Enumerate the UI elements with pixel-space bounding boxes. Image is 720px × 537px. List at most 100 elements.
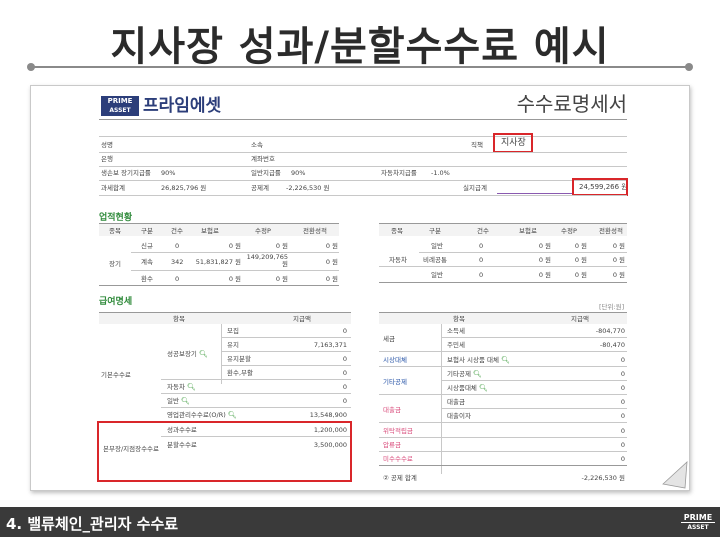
deduct-item-text: 기타공제 [447,370,471,378]
info-divider [99,166,627,167]
magnifier-icon[interactable]: 🔍︎ [479,384,488,392]
title-rule [30,66,690,68]
rate-auto-label: 자동차지급률 [381,169,417,177]
success-guarantee-label: 성공보장기 🔍︎ [167,350,208,358]
pay-row-divider [161,379,351,380]
taxable-total-label: 과세합계 [101,184,125,192]
pay-amount: 0 [342,355,347,363]
perf-cell: 0 [175,275,180,283]
perf-cell: 342 [171,258,184,266]
deduct-divider [379,351,627,352]
perf-cell: 0 [175,242,180,250]
header-divider [99,119,627,120]
perf-cell: 0 원 [574,242,587,250]
pay-amount: 0 [342,369,347,377]
info-divider [99,195,627,196]
pay-row-divider [221,351,351,352]
perf-row-divider [131,252,339,253]
logo-line2: ASSET [109,107,131,114]
deduct-item: 대출금 [447,398,465,406]
pay-header: 항목 [173,315,185,323]
perf-cell: 0 원 [574,271,587,279]
pay-item: 유지분할 [227,355,251,363]
perf-header: 구분 [429,227,441,235]
pay-section-title: 급여명세 [99,297,133,307]
deduct-group-label: 미수수수료 [383,455,413,463]
deduct-divider [379,437,627,438]
perf-cell: 0 원 [612,256,625,264]
branch-fee-highlight [97,421,352,482]
deduct-item: 소득세 [447,327,465,335]
magnifier-icon[interactable]: 🔍︎ [228,411,237,419]
deduct-item-other: 기타공제 🔍︎ [447,370,482,378]
deduct-item: 주민세 [447,341,465,349]
info-divider [99,136,627,137]
perf-cell: 0 원 [275,242,288,250]
document-title: 수수료명세서 [516,92,627,116]
perf-header: 전환성적 [599,227,623,235]
deduct-divider [379,451,627,452]
rate-general-label: 일반지급률 [251,169,281,177]
perf-header: 수정P [255,227,271,235]
prime-asset-logo: PRIME ASSET [101,96,139,116]
magnifier-icon[interactable]: 🔍︎ [187,383,196,391]
deduct-group-label: 위탁적립금 [383,427,413,435]
taxable-total-value: 26,825,796 원 [161,184,207,192]
deduct-amount: -80,470 [599,341,625,349]
pay-header: 지급액 [571,315,589,323]
pay-row-divider [161,407,351,408]
perf-right-bottom [379,282,627,283]
basic-fee-label: 기본수수료 [101,371,131,379]
perf-cell: 일반 [431,271,443,279]
perf-header: 건수 [477,227,489,235]
footer-logo: PRIME ASSET [681,513,715,533]
pay-row-divider [161,393,351,394]
perf-cell: 일반 [431,242,443,250]
info-divider [99,152,627,153]
perf-cell: 0 원 [538,256,551,264]
pay-item: 모집 [227,327,239,335]
deduct-group-label: 시상대체 [383,356,407,364]
perf-cell: 신규 [141,242,153,250]
pay-amount: 0 [342,383,347,391]
brand-name: 프라임에셋 [143,96,222,116]
perf-cell: 0 원 [325,258,338,266]
pay-amount: 7,163,371 [313,341,347,349]
perf-header: 구분 [141,227,153,235]
affiliation-label: 소속 [251,141,263,149]
perf-header: 수정P [561,227,577,235]
deduct-item-award: 보험사 시상품 대체 🔍︎ [447,356,510,364]
bank-label: 은행 [101,155,113,163]
rate-long-term-value: 90% [161,169,176,177]
deduct-divider [379,422,627,423]
perf-header: 종목 [109,227,121,235]
deduction-value: -2,226,530 원 [286,184,330,192]
deduct-amount: 0 [620,356,625,364]
perf-cell: 환수 [141,275,153,283]
magnifier-icon[interactable]: 🔍︎ [181,397,190,405]
deduct-divider [441,337,627,338]
deduct-item: 대출이자 [447,412,471,420]
perf-row-divider [419,252,627,253]
perf-cell: 0 원 [325,275,338,283]
unit-label: [단위:원] [599,303,625,311]
footer-logo-line1: PRIME [683,513,713,522]
magnifier-icon[interactable]: 🔍︎ [199,350,208,358]
perf-header: 종목 [391,227,403,235]
pay-item: 유지 [227,341,239,349]
magnifier-icon[interactable]: 🔍︎ [501,356,510,364]
pay-item-general: 일반 🔍︎ [167,397,190,405]
deduct-item-text: 시상품대체 [447,384,477,392]
success-guarantee-text: 성공보장기 [167,350,197,358]
magnifier-icon[interactable]: 🔍︎ [473,370,482,378]
perf-cell: 0 [479,271,484,279]
perf-cell: 0 원 [228,275,241,283]
perf-right-header [379,224,627,236]
account-label: 계좌번호 [251,155,275,163]
deduct-amount: 0 [620,427,625,435]
perf-header: 건수 [171,227,183,235]
pay-item: 환수,부활 [227,369,253,377]
deduct-divider [379,465,627,466]
deduct-item-text: 보험사 시상품 대체 [447,356,499,364]
deduct-item-award-sub: 시상품대체 🔍︎ [447,384,488,392]
